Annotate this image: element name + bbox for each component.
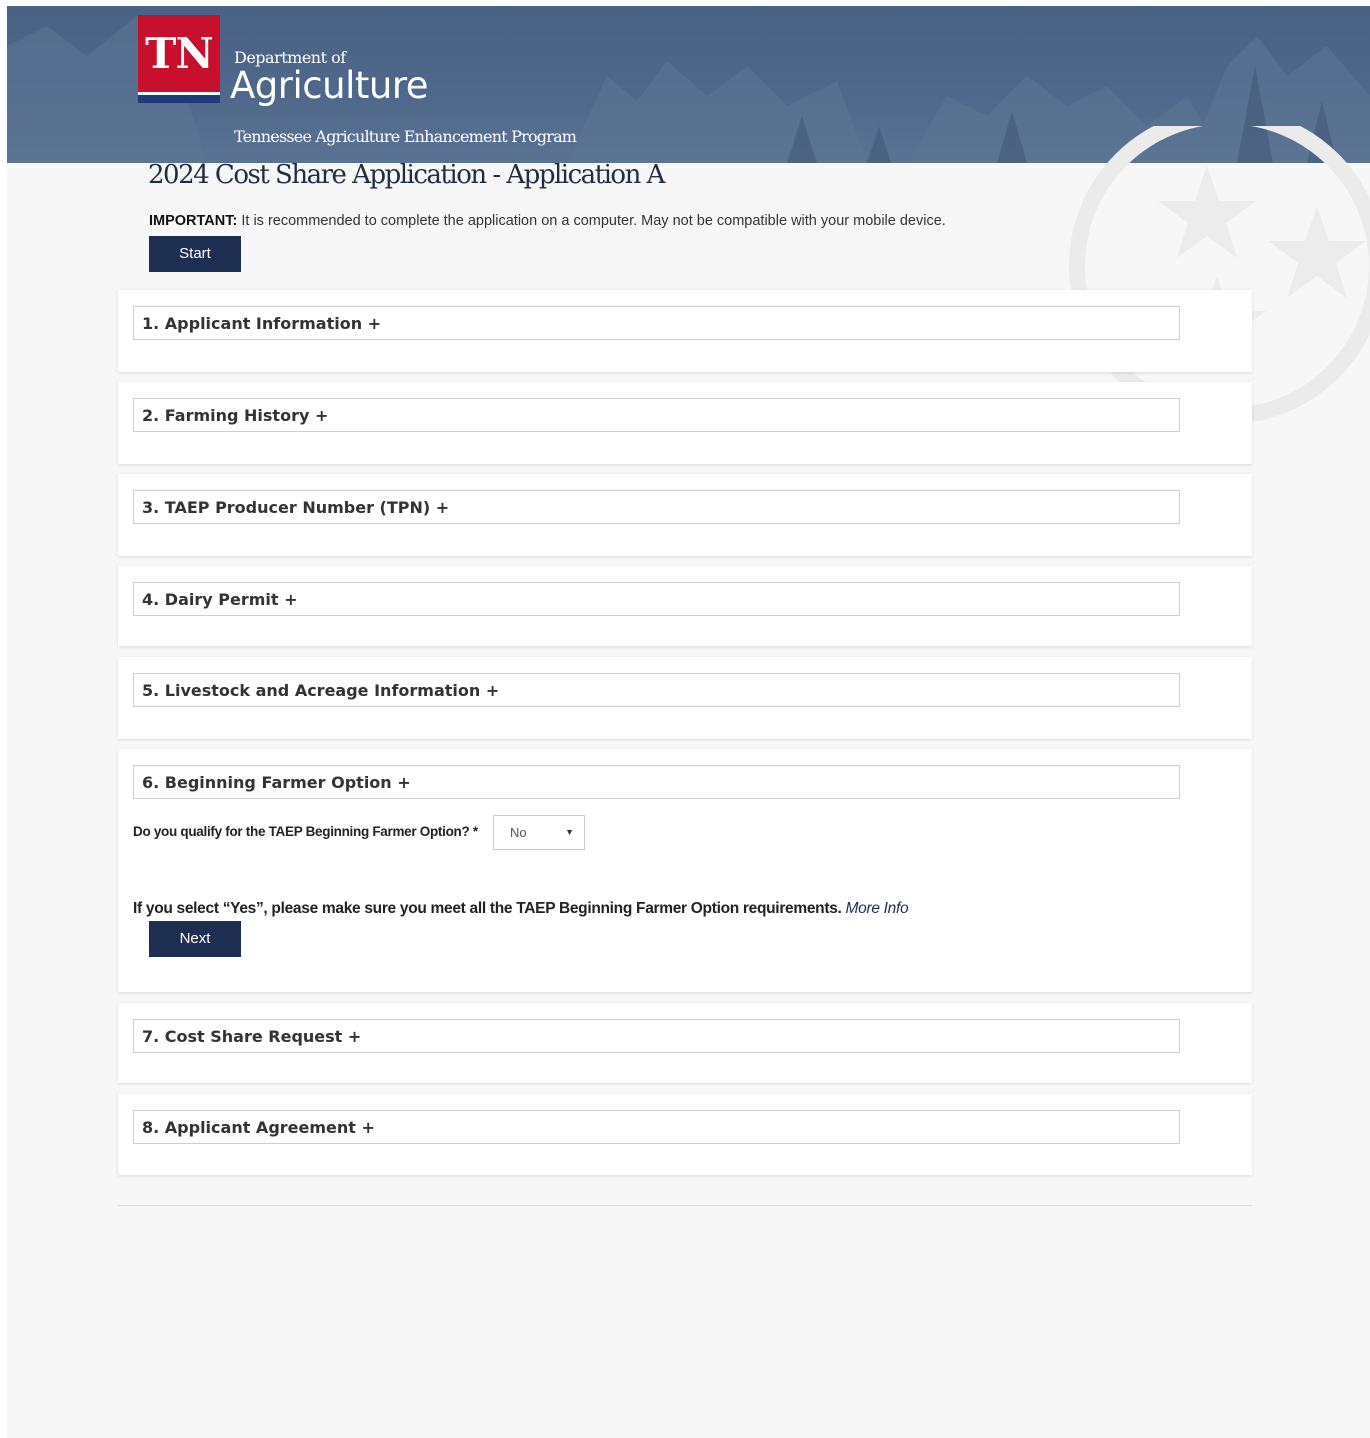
start-button[interactable]: Start [149,236,241,272]
section-card: 4. Dairy Permit + [118,566,1252,646]
tennessee-star-seal-icon [1069,126,1370,424]
beginning-farmer-question: Do you qualify for the TAEP Beginning Fa… [133,824,478,839]
note-text: If you select “Yes”, please make sure yo… [133,900,846,917]
logo-stripe-blue [138,95,220,103]
beginning-farmer-note: If you select “Yes”, please make sure yo… [133,900,909,918]
more-info-link[interactable]: More Info [846,900,909,917]
section-header-cost-share-request[interactable]: 7. Cost Share Request + [133,1019,1180,1053]
important-text: It is recommended to complete the applic… [237,213,946,229]
section-card: 8. Applicant Agreement + [118,1094,1252,1175]
section-card: 5. Livestock and Acreage Information + [118,657,1252,739]
important-notice: IMPORTANT: It is recommended to complete… [149,213,946,229]
logo-text: TN [145,29,214,78]
section-header-beginning-farmer[interactable]: 6. Beginning Farmer Option + [133,765,1180,799]
section-card: 7. Cost Share Request + [118,1003,1252,1083]
section-card: 2. Farming History + [118,382,1252,464]
select-value: No [510,825,527,840]
section-card: 1. Applicant Information + [118,290,1252,372]
page-title: 2024 Cost Share Application - Applicatio… [148,160,665,190]
section-header-producer-number[interactable]: 3. TAEP Producer Number (TPN) + [133,490,1180,524]
tn-logo: TN [138,15,220,103]
page: TN Department of Agriculture Tennessee A… [7,6,1370,1438]
section-card: 3. TAEP Producer Number (TPN) + [118,474,1252,556]
section-header-livestock-acreage[interactable]: 5. Livestock and Acreage Information + [133,673,1180,707]
section-card-expanded: 6. Beginning Farmer Option + Do you qual… [118,749,1252,992]
section-header-applicant-agreement[interactable]: 8. Applicant Agreement + [133,1110,1180,1144]
section-header-applicant-information[interactable]: 1. Applicant Information + [133,306,1180,340]
section-header-farming-history[interactable]: 2. Farming History + [133,398,1180,432]
program-name: Tennessee Agriculture Enhancement Progra… [234,127,577,146]
agency-name: Agriculture [230,64,428,107]
beginning-farmer-select[interactable]: No ▼ [493,815,585,850]
next-button[interactable]: Next [149,921,241,957]
footer-divider [118,1205,1252,1206]
section-header-dairy-permit[interactable]: 4. Dairy Permit + [133,582,1180,616]
important-label: IMPORTANT: [149,213,238,229]
caret-down-icon: ▼ [565,827,574,837]
